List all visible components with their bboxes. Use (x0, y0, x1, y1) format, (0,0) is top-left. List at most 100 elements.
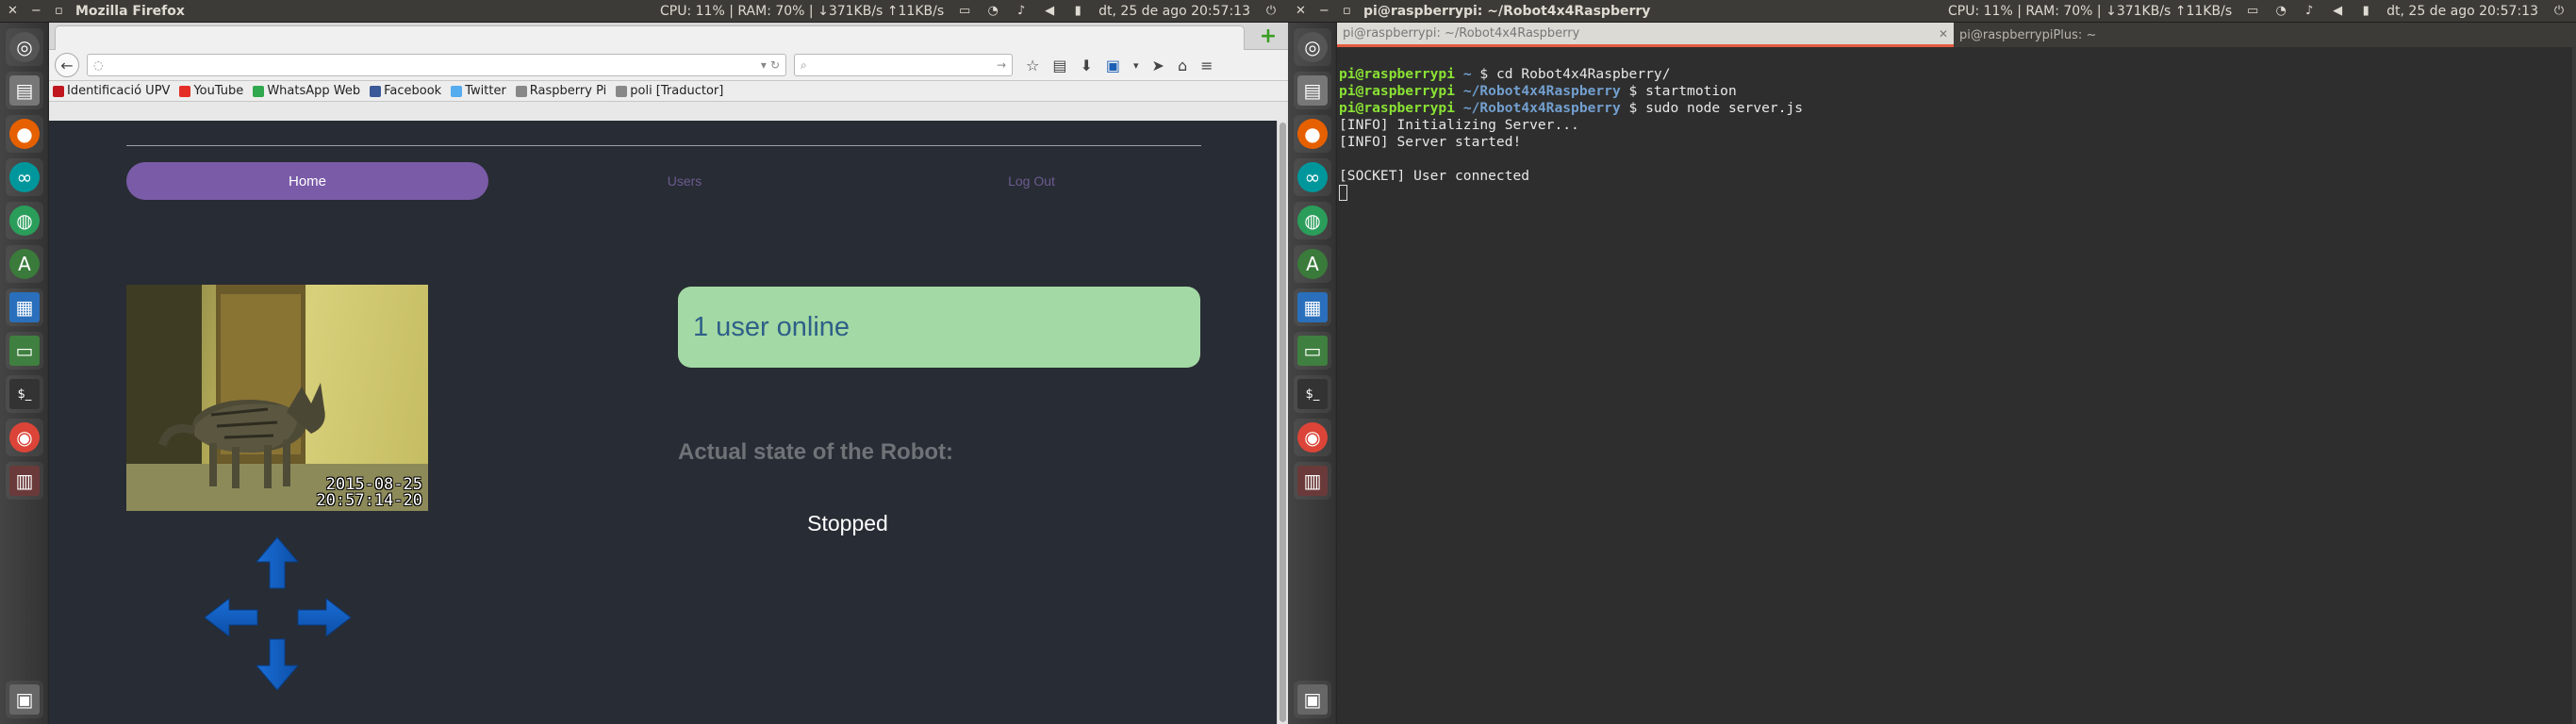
close-icon[interactable]: ✕ (1296, 4, 1306, 18)
maximize-icon[interactable]: ▫ (1343, 4, 1351, 18)
bookmark-item[interactable]: Raspberry Pi (515, 84, 607, 98)
youtube-icon (179, 85, 191, 97)
dash-icon[interactable]: ◎ (1294, 28, 1331, 66)
terminal-tab-robot[interactable]: pi@raspberrypi: ~/Robot4x4Raspberry ✕ (1337, 23, 1954, 47)
writer-icon[interactable]: ▦ (1294, 288, 1331, 326)
files-icon[interactable]: ▤ (1294, 72, 1331, 109)
home-icon[interactable]: ⌂ (1178, 57, 1187, 74)
firefox-window: + ← ◌ ▾ ↻ ⌕ → ☆ ▤ ⬇ ▣ ▾ ➤ ⌂ ≡ Identifica… (49, 23, 1288, 724)
power-icon[interactable]: ⏻ (2551, 4, 2567, 19)
terminal-tab-label: pi@raspberrypi: ~/Robot4x4Raspberry (1343, 26, 1580, 41)
app-icon[interactable]: ▭ (6, 332, 43, 370)
power-icon[interactable]: ⏻ (1263, 4, 1279, 19)
send-icon[interactable]: ➤ (1152, 57, 1164, 74)
wifi-icon[interactable]: ◔ (985, 4, 1000, 19)
close-icon[interactable]: ✕ (8, 4, 18, 18)
minimize-icon[interactable]: − (31, 4, 41, 18)
dash-icon[interactable]: ◎ (6, 28, 43, 66)
trash-icon[interactable]: ▣ (6, 681, 43, 718)
arduino-icon[interactable]: ∞ (1294, 158, 1331, 196)
firefox-icon[interactable]: ● (1294, 115, 1331, 153)
browser-icon[interactable]: ◍ (6, 202, 43, 239)
volume-icon[interactable]: ◀ (1042, 4, 1057, 19)
wifi-icon[interactable]: ◔ (2273, 4, 2288, 19)
bookmark-item[interactable]: poli [Traductor] (616, 84, 723, 98)
download-icon[interactable]: ⬇ (1080, 57, 1092, 74)
bookmark-item[interactable]: WhatsApp Web (253, 84, 360, 98)
battery-icon[interactable]: ▮ (2358, 4, 2373, 19)
terminal-output-line: ​ (1339, 151, 2574, 168)
battery-icon[interactable]: ▮ (1070, 4, 1085, 19)
system-monitor[interactable]: CPU: 11% | RAM: 70% | ↓371KB/s ↑11KB/s (1948, 4, 2232, 19)
arduino-icon[interactable]: ∞ (6, 158, 43, 196)
launcher: ◎ ▤ ● ∞ ◍ A ▦ ▭ $_ ◉ ▥ ▣ (1288, 23, 1337, 724)
browser-icon[interactable]: ◍ (1294, 202, 1331, 239)
arrow-right-icon[interactable] (296, 597, 353, 638)
terminal-tabs: pi@raspberrypi: ~/Robot4x4Raspberry ✕ pi… (1337, 23, 2576, 47)
bookmark-item[interactable]: Facebook (370, 84, 441, 98)
bookmark-item[interactable]: Twitter (451, 84, 506, 98)
terminal-tab-plus[interactable]: pi@raspberrypiPlus: ~ (1954, 23, 2570, 47)
trash-icon[interactable]: ▣ (1294, 681, 1331, 718)
bookmarks-toolbar: Identificació UPV YouTube WhatsApp Web Face… (49, 81, 1288, 102)
terminal-scrollbar[interactable] (2572, 47, 2576, 724)
workspace-icon[interactable]: ▥ (1294, 462, 1331, 500)
android-studio-icon[interactable]: A (6, 245, 43, 283)
browser-tab[interactable] (55, 25, 1245, 50)
search-icon: ⌕ (801, 58, 807, 72)
workspace-icon[interactable]: ▥ (6, 462, 43, 500)
writer-icon[interactable]: ▦ (6, 288, 43, 326)
app-icon[interactable]: ▭ (1294, 332, 1331, 370)
robot-state-title: Actual state of the Robot: (678, 439, 953, 465)
left-screen: ✕ − ▫ Mozilla Firefox CPU: 11% | RAM: 70… (0, 0, 1288, 724)
search-bar[interactable]: ⌕ → (794, 54, 1013, 76)
clock[interactable]: dt, 25 de ago 20:57:13 (2386, 4, 2538, 19)
arrow-down-icon[interactable] (255, 637, 300, 692)
maximize-icon[interactable]: ▫ (55, 4, 63, 18)
nav-users[interactable]: Users (619, 162, 751, 200)
chrome-icon[interactable]: ◉ (1294, 419, 1331, 456)
url-bar[interactable]: ◌ ▾ ↻ (87, 54, 786, 76)
close-tab-icon[interactable]: ✕ (1939, 27, 1948, 41)
bookmark-item[interactable]: YouTube (179, 84, 243, 98)
bookmark-item[interactable]: Identificació UPV (53, 84, 170, 98)
new-tab-icon[interactable]: + (1258, 26, 1279, 47)
keyboard-icon[interactable]: ▭ (957, 4, 972, 19)
dropdown-icon[interactable]: ▾ (761, 58, 767, 72)
menu-icon[interactable]: ≡ (1200, 57, 1213, 74)
back-icon[interactable]: ← (55, 53, 79, 77)
arrow-up-icon[interactable] (255, 535, 300, 590)
minimize-icon[interactable]: − (1319, 4, 1329, 18)
notification-icon[interactable]: ♪ (1014, 4, 1029, 19)
page-scrollbar[interactable] (1277, 121, 1288, 724)
android-studio-icon[interactable]: A (1294, 245, 1331, 283)
clock[interactable]: dt, 25 de ago 20:57:13 (1098, 4, 1250, 19)
chrome-icon[interactable]: ◉ (6, 419, 43, 456)
nav-home[interactable]: Home (126, 162, 488, 200)
go-icon[interactable]: → (997, 58, 1006, 72)
page-icon (515, 85, 527, 97)
reload-icon[interactable]: ↻ (770, 58, 780, 72)
terminal-output[interactable]: pi@raspberrypi ~ $ cd Robot4x4Raspberry/… (1337, 47, 2576, 239)
bookmark-label: Raspberry Pi (529, 84, 607, 98)
system-monitor[interactable]: CPU: 11% | RAM: 70% | ↓371KB/s ↑11KB/s (660, 4, 944, 19)
right-screen: ✕ − ▫ pi@raspberrypi: ~/Robot4x4Raspberr… (1288, 0, 2576, 724)
globe-icon: ◌ (93, 58, 104, 72)
save-dropdown-icon[interactable]: ▾ (1133, 59, 1139, 72)
arrow-left-icon[interactable] (203, 597, 259, 638)
terminal-line: pi@raspberrypi ~ $ cd Robot4x4Raspberry/ (1339, 66, 1671, 82)
files-icon[interactable]: ▤ (6, 72, 43, 109)
header-divider (126, 145, 1201, 146)
volume-icon[interactable]: ◀ (2330, 4, 2345, 19)
notification-icon[interactable]: ♪ (2302, 4, 2317, 19)
terminal-icon[interactable]: $_ (1294, 375, 1331, 413)
nav-logout[interactable]: Log Out (966, 162, 1098, 200)
save-icon[interactable]: ▣ (1106, 57, 1120, 74)
bookmark-label: YouTube (193, 84, 244, 98)
bookmark-star-icon[interactable]: ☆ (1026, 57, 1039, 74)
bookmarks-list-icon[interactable]: ▤ (1052, 57, 1066, 74)
firefox-icon[interactable]: ● (6, 115, 43, 153)
keyboard-icon[interactable]: ▭ (2245, 4, 2260, 19)
terminal-icon[interactable]: $_ (6, 375, 43, 413)
tab-bar: + (49, 23, 1288, 50)
